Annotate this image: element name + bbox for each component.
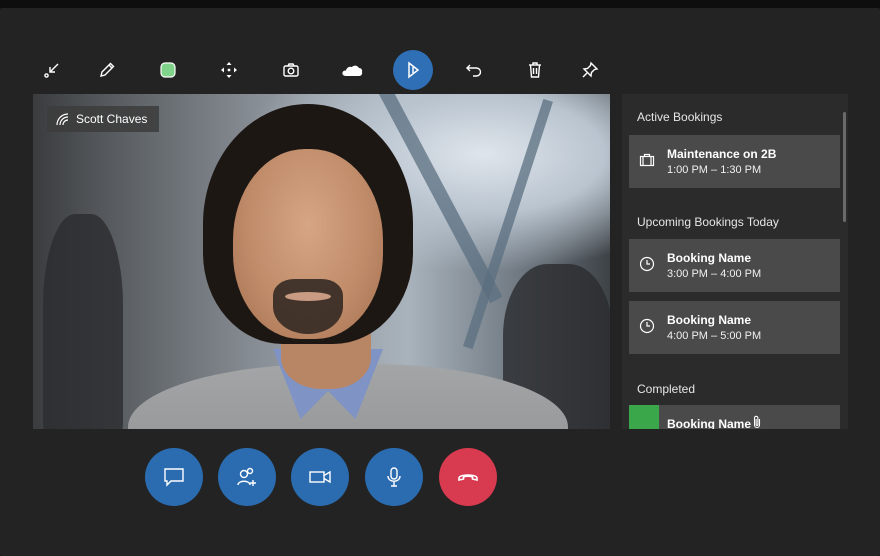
select-icon <box>408 61 420 79</box>
upcoming-booking-card[interactable]: Booking Name 3:00 PM – 4:00 PM <box>629 239 840 292</box>
booking-time: 4:00 PM – 5:00 PM <box>667 330 762 342</box>
end-call-button[interactable] <box>439 448 497 506</box>
clock-icon <box>639 256 655 272</box>
select-button[interactable] <box>393 50 433 90</box>
chat-icon <box>164 468 184 487</box>
capture-button[interactable] <box>271 50 311 90</box>
video-icon <box>309 470 331 484</box>
app-window: Scott Chaves Active Bookings Maintenance… <box>0 8 880 556</box>
booking-time: 1:00 PM – 1:30 PM <box>667 164 762 176</box>
minimize-icon <box>44 63 59 78</box>
scrollbar[interactable] <box>843 112 846 222</box>
pen-icon <box>100 62 115 77</box>
person-beard <box>273 279 343 334</box>
pin-button[interactable] <box>570 50 610 90</box>
booking-title: Maintenance on 2B <box>667 147 777 161</box>
booking-title: Booking Name <box>667 313 752 327</box>
undo-icon <box>466 64 482 77</box>
active-booking-card[interactable]: Maintenance on 2B 1:00 PM – 1:30 PM <box>629 135 840 188</box>
delete-button[interactable] <box>515 50 555 90</box>
completed-title: Completed <box>637 382 696 396</box>
onedrive-icon <box>342 65 363 76</box>
move-button[interactable] <box>209 50 249 90</box>
participant-name: Scott Chaves <box>76 112 148 126</box>
toolbar <box>0 44 880 100</box>
undo-button[interactable] <box>454 50 494 90</box>
pen-button[interactable] <box>87 50 127 90</box>
camera-icon <box>283 63 299 77</box>
booking-title: Booking Name <box>667 417 752 429</box>
participant-name-tag: Scott Chaves <box>47 106 160 132</box>
clock-icon <box>639 318 655 334</box>
upcoming-bookings-title: Upcoming Bookings Today <box>637 215 779 229</box>
booking-time: 3:00 PM – 4:00 PM <box>667 268 762 280</box>
briefcase-icon <box>639 153 655 167</box>
delete-icon <box>529 62 541 78</box>
add-people-button[interactable] <box>218 448 276 506</box>
upcoming-booking-card[interactable]: Booking Name 4:00 PM – 5:00 PM <box>629 301 840 354</box>
bookings-panel: Active Bookings Maintenance on 2B 1:00 P… <box>622 94 848 429</box>
microphone-icon <box>387 467 401 487</box>
onedrive-button[interactable] <box>332 50 372 90</box>
completed-color-swatch <box>629 405 659 429</box>
end-call-icon <box>458 474 478 481</box>
chat-button[interactable] <box>145 448 203 506</box>
video-button[interactable] <box>291 448 349 506</box>
signal-icon <box>56 113 69 126</box>
pin-icon <box>582 61 599 78</box>
move-icon <box>221 62 237 78</box>
video-feed: Scott Chaves <box>33 94 610 429</box>
person-mouth <box>285 292 331 301</box>
color-button[interactable] <box>148 50 188 90</box>
color-swatch-icon <box>160 62 176 78</box>
active-bookings-title: Active Bookings <box>637 110 723 124</box>
booking-title: Booking Name <box>667 251 752 265</box>
minimize-button[interactable] <box>32 50 72 90</box>
background-figure <box>43 214 123 429</box>
microphone-button[interactable] <box>365 448 423 506</box>
paperclip-icon <box>753 415 761 429</box>
add-people-icon <box>237 467 256 486</box>
completed-booking-card[interactable]: Booking Name <box>629 405 840 429</box>
